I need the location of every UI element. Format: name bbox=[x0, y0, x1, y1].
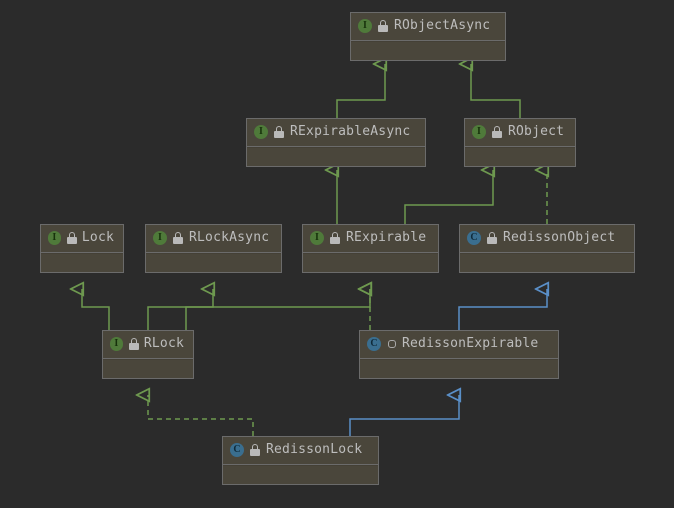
lock-icon bbox=[492, 126, 502, 138]
type-node-RedissonObject[interactable]: RedissonObject bbox=[459, 224, 635, 273]
type-name: RedissonObject bbox=[503, 230, 615, 245]
type-name: RObjectAsync bbox=[394, 18, 490, 33]
type-node-RObjectAsync[interactable]: RObjectAsync bbox=[350, 12, 506, 61]
type-name: RObject bbox=[508, 124, 564, 139]
lock-icon bbox=[129, 338, 138, 350]
interface-icon bbox=[254, 125, 268, 139]
type-name: Lock bbox=[82, 230, 114, 245]
type-node-RedissonExpirable[interactable]: RedissonExpirable bbox=[359, 330, 559, 379]
type-name: RExpirable bbox=[346, 230, 426, 245]
class-icon bbox=[230, 443, 244, 457]
lock-icon bbox=[173, 232, 183, 244]
type-node-RLock[interactable]: RLock bbox=[102, 330, 194, 379]
lock-icon bbox=[274, 126, 284, 138]
type-node-RExpirableAsync[interactable]: RExpirableAsync bbox=[246, 118, 426, 167]
class-icon bbox=[467, 231, 481, 245]
interface-icon bbox=[358, 19, 372, 33]
type-node-RLockAsync[interactable]: RLockAsync bbox=[145, 224, 282, 273]
interface-icon bbox=[472, 125, 486, 139]
type-node-RedissonLock[interactable]: RedissonLock bbox=[222, 436, 379, 485]
type-name: RedissonExpirable bbox=[402, 336, 538, 351]
lock-icon bbox=[378, 20, 388, 32]
interface-icon bbox=[310, 231, 324, 245]
type-name: RExpirableAsync bbox=[290, 124, 410, 139]
class-icon bbox=[367, 337, 381, 351]
lock-icon bbox=[487, 232, 497, 244]
interface-icon bbox=[110, 337, 123, 351]
interface-icon bbox=[48, 231, 61, 245]
lock-icon bbox=[330, 232, 340, 244]
lock-icon bbox=[67, 232, 76, 244]
type-node-RExpirable[interactable]: RExpirable bbox=[302, 224, 439, 273]
lock-icon bbox=[250, 444, 260, 456]
type-node-Lock[interactable]: Lock bbox=[40, 224, 124, 273]
type-name: RLock bbox=[144, 336, 184, 351]
type-name: RedissonLock bbox=[266, 442, 362, 457]
abstract-icon bbox=[388, 340, 396, 348]
type-node-RObject[interactable]: RObject bbox=[464, 118, 576, 167]
class-diagram: RObject (impl, dashed) --> RExpirable (i… bbox=[0, 0, 674, 508]
interface-icon bbox=[153, 231, 167, 245]
type-name: RLockAsync bbox=[189, 230, 269, 245]
